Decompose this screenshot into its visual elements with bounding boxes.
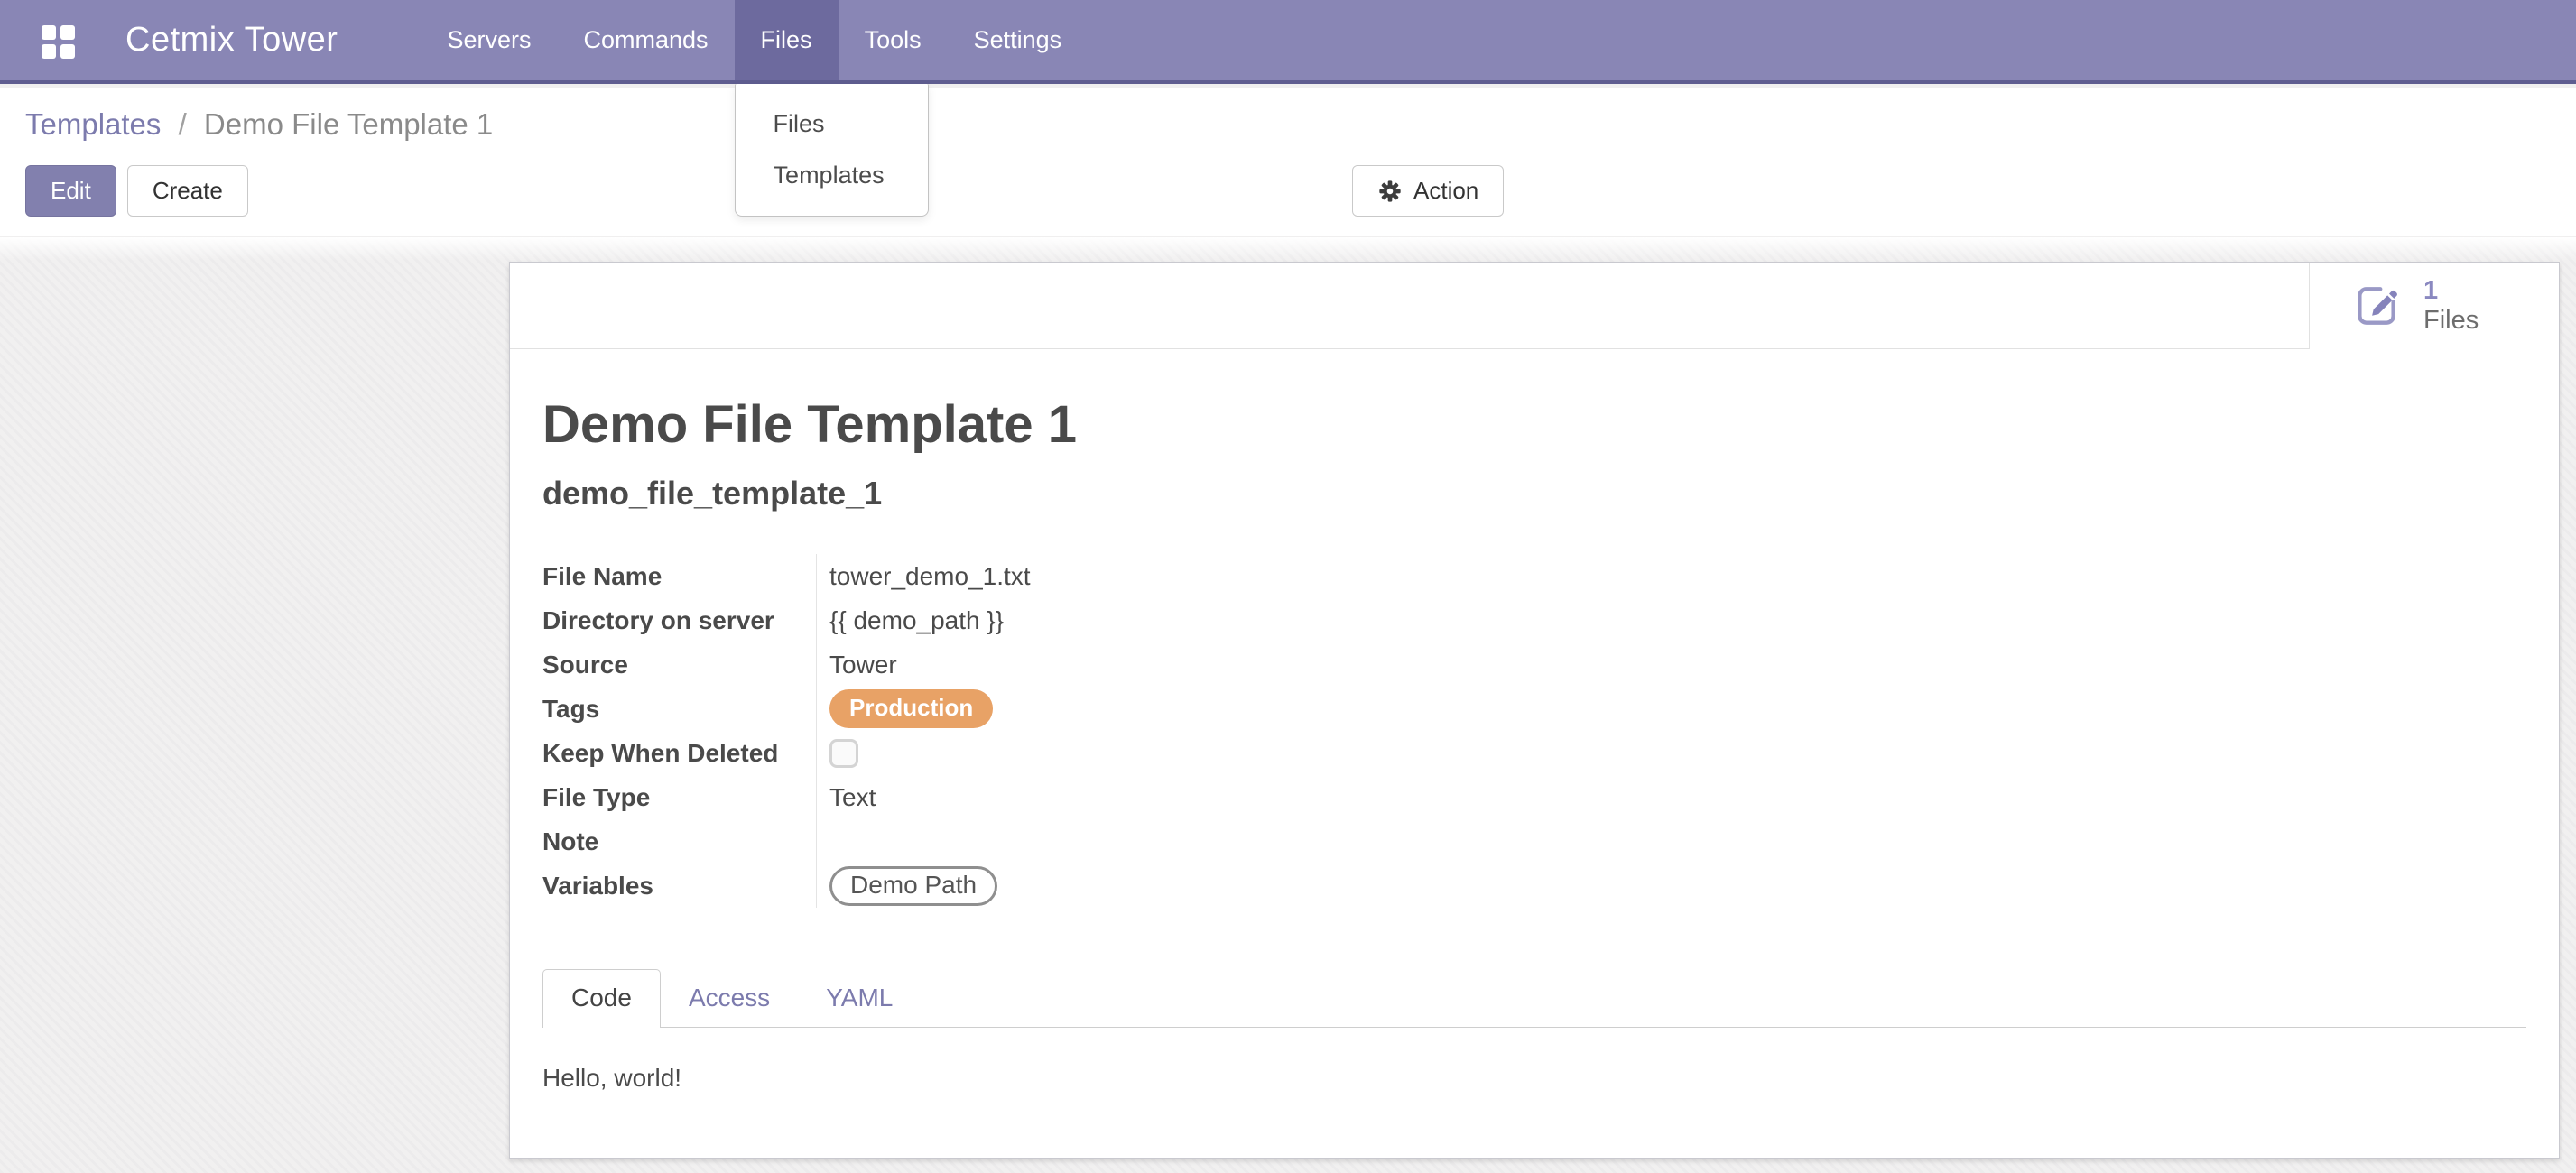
main-content: 1 Files Demo File Template 1 demo_file_t… [0, 237, 2576, 1173]
field-row-directory: Directory on server {{ demo_path }} [542, 598, 2526, 642]
record-title: Demo File Template 1 [542, 394, 2526, 455]
pencil-square-icon [2351, 281, 2402, 331]
field-label: Tags [542, 687, 817, 731]
field-label: File Type [542, 775, 817, 819]
main-menu: Servers Commands Files Files Templates T… [421, 0, 1088, 80]
field-label: Note [542, 819, 817, 864]
nav-item-tools[interactable]: Tools [839, 0, 948, 80]
button-box: 1 Files [510, 263, 2559, 349]
field-label: File Name [542, 554, 817, 598]
record-reference: demo_file_template_1 [542, 475, 2526, 513]
production-tag-badge: Production [829, 689, 993, 728]
field-row-file-type: File Type Text [542, 775, 2526, 819]
edit-button[interactable]: Edit [25, 165, 116, 217]
field-row-tags: Tags Production [542, 687, 2526, 731]
field-value: Tower [817, 651, 897, 679]
breadcrumb-templates-link[interactable]: Templates [25, 107, 161, 141]
nav-item-settings[interactable]: Settings [948, 0, 1089, 80]
field-row-variables: Variables Demo Path [542, 864, 2526, 908]
field-row-source: Source Tower [542, 642, 2526, 687]
notebook-tabs: Code Access YAML [542, 969, 2526, 1028]
nav-item-servers[interactable]: Servers [421, 0, 557, 80]
field-label: Source [542, 642, 817, 687]
action-button[interactable]: Action [1352, 165, 1504, 217]
code-tab-content: Hello, world! [542, 1028, 2526, 1129]
tab-yaml[interactable]: YAML [798, 970, 921, 1027]
stat-count: 1 [2423, 276, 2479, 306]
field-row-keep-when-deleted: Keep When Deleted [542, 731, 2526, 775]
form-sheet: 1 Files Demo File Template 1 demo_file_t… [509, 262, 2560, 1159]
create-button[interactable]: Create [127, 165, 248, 217]
control-panel: Templates / Demo File Template 1 Edit Cr… [0, 88, 2576, 236]
files-stat-button[interactable]: 1 Files [2309, 263, 2559, 349]
top-navbar: Cetmix Tower Servers Commands Files File… [0, 0, 2576, 84]
nav-item-files[interactable]: Files Files Templates [735, 0, 839, 80]
breadcrumb-current: Demo File Template 1 [204, 107, 493, 141]
files-dropdown-menu: Files Templates [735, 84, 929, 217]
field-label: Keep When Deleted [542, 731, 817, 775]
apps-grid-icon[interactable] [42, 25, 75, 59]
dropdown-item-templates[interactable]: Templates [736, 150, 928, 201]
breadcrumb-separator: / [179, 107, 187, 141]
field-row-file-name: File Name tower_demo_1.txt [542, 554, 2526, 598]
field-group: File Name tower_demo_1.txt Directory on … [542, 554, 2526, 908]
action-button-label: Action [1413, 177, 1478, 205]
record-buttons: Edit Create [25, 165, 248, 217]
stat-label: Files [2423, 306, 2479, 336]
gear-icon [1377, 179, 1403, 204]
nav-item-commands[interactable]: Commands [558, 0, 735, 80]
field-value: Text [817, 783, 876, 812]
keep-when-deleted-checkbox [829, 739, 858, 768]
field-value: tower_demo_1.txt [817, 562, 1031, 591]
brand-title: Cetmix Tower [125, 0, 338, 80]
breadcrumb: Templates / Demo File Template 1 [25, 107, 493, 142]
dropdown-item-files[interactable]: Files [736, 98, 928, 150]
field-label: Variables [542, 864, 817, 908]
field-row-note: Note [542, 819, 2526, 864]
demo-path-pill: Demo Path [829, 866, 997, 906]
nav-item-files-label: Files [761, 26, 812, 54]
field-value: {{ demo_path }} [817, 606, 1004, 635]
tab-code[interactable]: Code [542, 969, 661, 1028]
field-label: Directory on server [542, 598, 817, 642]
tab-access[interactable]: Access [661, 970, 798, 1027]
